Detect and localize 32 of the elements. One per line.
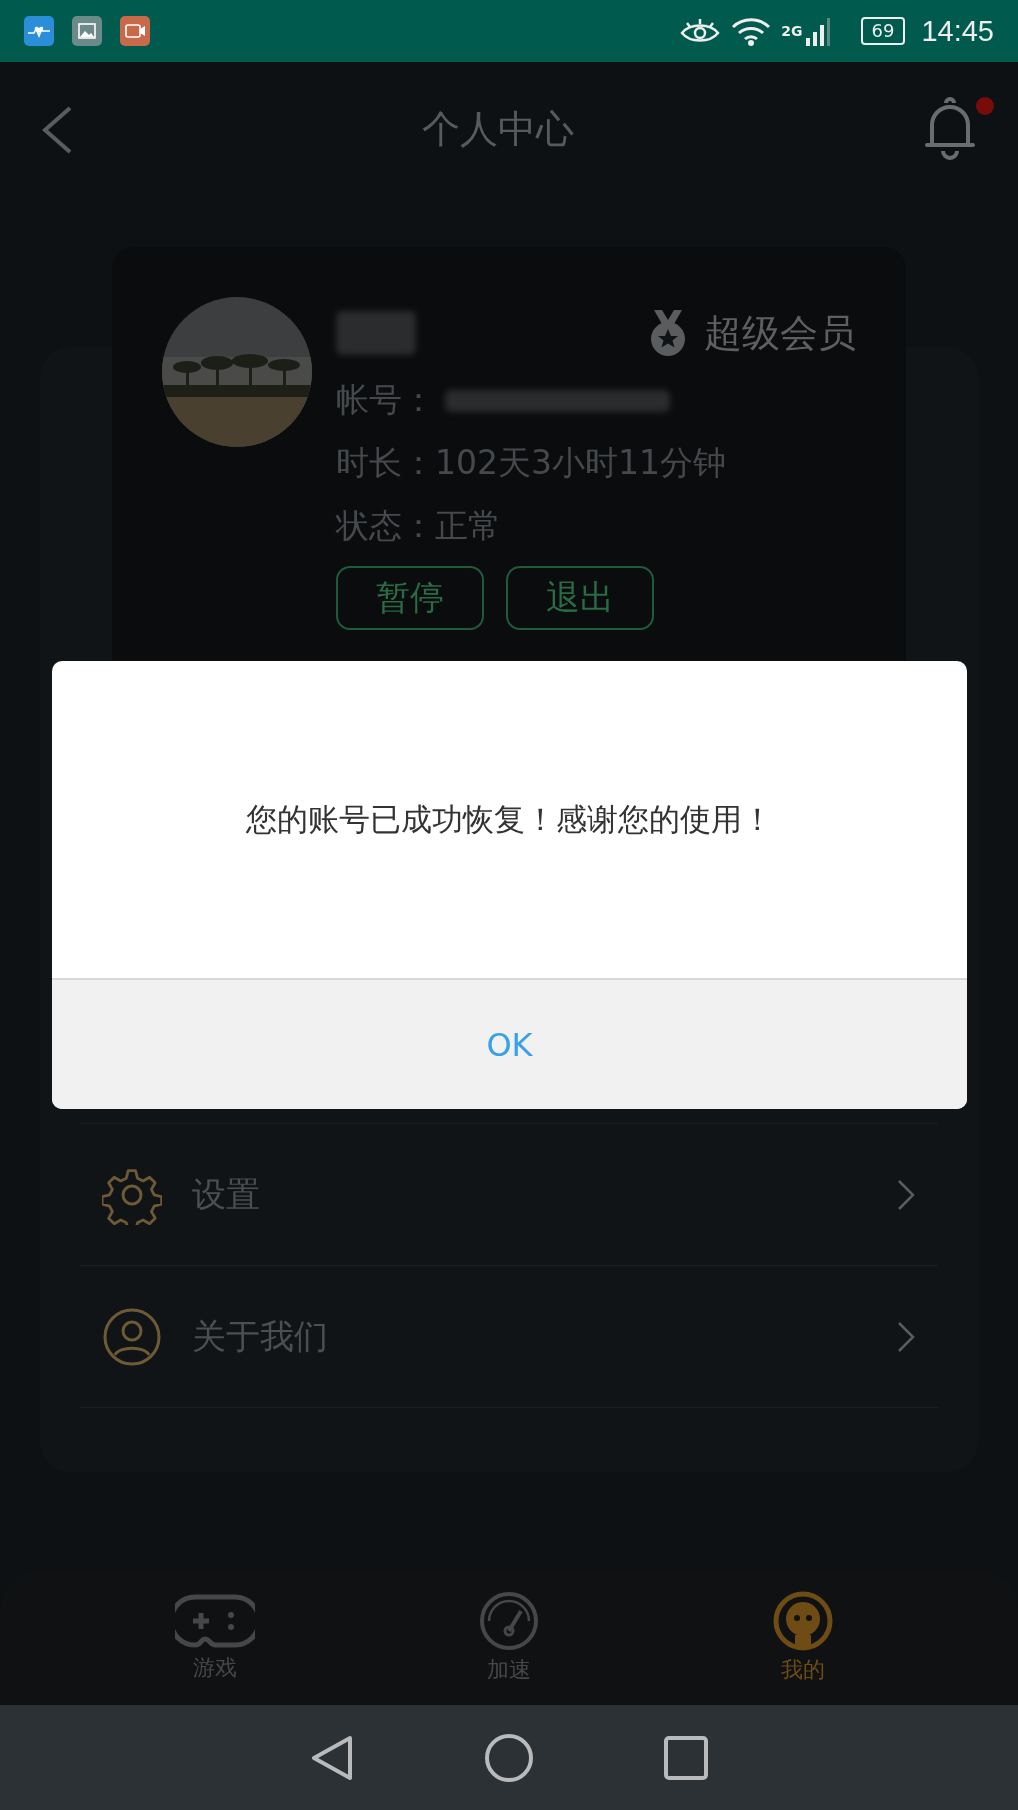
speedometer-icon — [479, 1590, 539, 1651]
duration-label: 时长： — [336, 442, 435, 484]
battery-level: 69 — [860, 17, 906, 45]
user-icon — [102, 1306, 162, 1367]
network-type: 2G — [781, 22, 803, 39]
back-icon[interactable] — [310, 1733, 354, 1782]
health-app-icon — [24, 16, 54, 46]
outline-button[interactable]: 暂停 — [336, 566, 484, 630]
menu-item[interactable]: 设置 — [80, 1124, 938, 1266]
duration-value: 102天3小时11分钟 — [435, 442, 726, 484]
status-value: 正常 — [435, 505, 501, 547]
outline-button[interactable]: 退出 — [506, 566, 654, 630]
membership-level: 超级会员 — [704, 309, 856, 357]
medal-icon — [648, 308, 688, 358]
gallery-app-icon — [72, 16, 102, 46]
ok-button[interactable]: OK — [52, 980, 967, 1109]
status-label: 状态： — [336, 505, 435, 547]
account-label: 帐号： — [336, 379, 435, 421]
nav-tab[interactable]: 我的 — [758, 1570, 848, 1705]
back-icon[interactable] — [40, 104, 74, 155]
gamepad-icon — [175, 1592, 255, 1649]
recents-icon[interactable] — [664, 1735, 708, 1780]
clock: 14:45 — [921, 14, 994, 48]
home-icon[interactable] — [484, 1732, 534, 1783]
robot-face-icon — [773, 1590, 833, 1651]
chevron-icon — [896, 1320, 916, 1353]
signal-icon — [804, 16, 831, 46]
video-app-icon — [120, 16, 150, 46]
menu-item[interactable]: 关于我们 — [80, 1266, 938, 1408]
chevron-icon — [896, 1178, 916, 1211]
page-title: 个人中心 — [422, 106, 574, 153]
eye-icon — [679, 17, 722, 45]
